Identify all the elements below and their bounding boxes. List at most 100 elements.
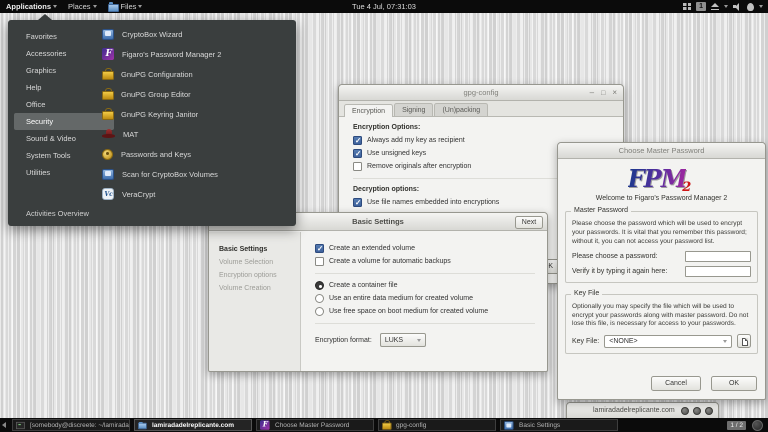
task-basic-settings[interactable]: Basic Settings (500, 419, 618, 431)
tab-unpacking[interactable]: (Un)packing (434, 103, 488, 116)
clock[interactable]: Tue 4 Jul, 07:31:03 (352, 2, 416, 11)
ok-button[interactable]: OK (711, 376, 757, 391)
fpm-icon (102, 48, 114, 60)
cancel-button[interactable]: Cancel (651, 376, 701, 391)
padlock-icon (382, 420, 391, 430)
menu-item-scan-cryptobox-volumes[interactable]: Scan for CryptoBox Volumes (96, 164, 292, 184)
task-terminal[interactable]: [somebody@discreete: ~/lamirada... (12, 419, 130, 431)
checkbox-row-extended-volume[interactable]: Create an extended volume (315, 244, 547, 253)
task-label: Basic Settings (519, 422, 560, 429)
places-menu-button[interactable]: Places (68, 2, 97, 11)
task-gpg-config[interactable]: gpg-config (378, 419, 496, 431)
cryptobox-icon (504, 421, 514, 430)
minimize-icon[interactable] (590, 89, 594, 97)
volume-icon[interactable] (733, 3, 742, 11)
folder-icon (108, 4, 119, 12)
notification-icon[interactable] (752, 420, 763, 431)
cryptobox-icon (102, 169, 114, 180)
fpm-titlebar[interactable]: Choose Master Password (558, 143, 765, 159)
fpm-logo-sub: 2 (682, 180, 691, 195)
checkbox-row-automatic-backups[interactable]: Create a volume for automatic backups (315, 257, 547, 266)
menu-item-veracrypt[interactable]: VeraCrypt (96, 184, 292, 204)
checkbox[interactable] (353, 136, 362, 145)
encryption-options-heading: Encryption Options: (353, 124, 623, 131)
window-title: lamiradadelreplicante.com (593, 407, 675, 414)
menu-item-label: Figaro's Password Manager 2 (122, 50, 221, 59)
applications-menu-panel: Favorites Accessories Graphics Help Offi… (8, 20, 296, 226)
folder-icon (138, 423, 147, 429)
tab-encryption[interactable]: Encryption (344, 104, 393, 117)
menu-item-figaros-password-manager[interactable]: Figaro's Password Manager 2 (96, 44, 292, 64)
eject-icon[interactable] (711, 3, 719, 10)
menu-item-label: GnuPG Group Editor (121, 90, 191, 99)
close-icon[interactable] (705, 407, 713, 415)
chevron-down-icon (759, 5, 763, 8)
checkbox[interactable] (315, 257, 324, 266)
key-file-dropdown[interactable]: <NONE> (604, 335, 732, 348)
task-choose-master-password[interactable]: Choose Master Password (256, 419, 374, 431)
power-icon[interactable] (747, 3, 754, 11)
file-icon (742, 338, 748, 346)
hat-icon (102, 129, 115, 140)
radio-button[interactable] (315, 294, 324, 303)
password-input[interactable] (685, 251, 751, 262)
window-controls (681, 407, 713, 415)
maximize-icon[interactable] (601, 89, 605, 98)
workspace-pager[interactable]: 1 / 2 (727, 421, 746, 430)
gpg-tab-bar: Encryption Signing (Un)packing (339, 101, 623, 117)
dialog-title: Basic Settings (352, 217, 404, 226)
menu-item-gnupg-configuration[interactable]: GnuPG Configuration (96, 64, 292, 84)
radio-button[interactable] (315, 281, 324, 290)
checkbox[interactable] (353, 162, 362, 171)
window-list-icon[interactable] (683, 3, 691, 10)
places-menu-label: Places (68, 2, 91, 11)
minimize-icon[interactable] (681, 407, 689, 415)
checkbox[interactable] (315, 244, 324, 253)
fpm-logo-text: FPM (628, 164, 687, 193)
radio-label: Use free space on boot medium for create… (329, 308, 488, 315)
verify-label: Verify it by typing it again here: (572, 268, 667, 275)
workspace-badge[interactable]: 1 (696, 2, 706, 11)
menu-item-gnupg-group-editor[interactable]: GnuPG Group Editor (96, 84, 292, 104)
menu-item-cryptobox-wizard[interactable]: CryptoBox Wizard (96, 24, 292, 44)
padlock-icon (102, 108, 113, 120)
task-file-manager[interactable]: lamiradadelreplicante.com (134, 419, 252, 431)
radio-label: Create a container file (329, 282, 397, 289)
activities-overview-button[interactable]: Activities Overview (26, 209, 89, 218)
radio-row-free-space-boot-medium[interactable]: Use free space on boot medium for create… (315, 307, 547, 316)
key-file-row: Key File: <NONE> (572, 334, 751, 348)
next-button[interactable]: Next (515, 216, 543, 229)
checkbox[interactable] (353, 149, 362, 158)
gpg-config-titlebar[interactable]: gpg-config (339, 85, 623, 101)
maximize-icon[interactable] (693, 407, 701, 415)
browse-key-file-button[interactable] (737, 334, 751, 348)
menu-item-label: Passwords and Keys (121, 150, 191, 159)
background-window-titlebar[interactable]: lamiradadelreplicante.com (567, 403, 718, 419)
encryption-format-dropdown[interactable]: LUKS (380, 333, 426, 347)
menu-item-mat[interactable]: MAT (96, 124, 292, 144)
radio-row-container-file[interactable]: Create a container file (315, 281, 547, 290)
step-basic-settings[interactable]: Basic Settings (219, 246, 300, 253)
step-volume-selection: Volume Selection (219, 259, 300, 266)
menu-arrow (38, 14, 52, 20)
files-menu-button[interactable]: Files (108, 2, 143, 12)
menu-item-passwords-and-keys[interactable]: Passwords and Keys (96, 144, 292, 164)
checkbox[interactable] (353, 198, 362, 207)
master-password-description: Please choose the password which will be… (572, 220, 751, 247)
tab-signing[interactable]: Signing (394, 103, 433, 116)
step-volume-creation: Volume Creation (219, 285, 300, 292)
checkbox-label: Use unsigned keys (367, 150, 426, 157)
radio-button[interactable] (315, 307, 324, 316)
fpm-logo: FPM2 (558, 164, 765, 192)
system-tray: 1 (683, 0, 763, 13)
radio-row-entire-data-medium[interactable]: Use an entire data medium for created vo… (315, 294, 547, 303)
close-icon[interactable] (612, 89, 617, 97)
applications-menu-button[interactable]: Applications (6, 2, 57, 11)
key-file-value: <NONE> (609, 338, 637, 345)
application-list: CryptoBox Wizard Figaro's Password Manag… (96, 24, 292, 204)
verify-password-input[interactable] (685, 266, 751, 277)
master-password-legend: Master Password (571, 207, 631, 214)
panel-arrow-icon[interactable] (2, 422, 6, 428)
menu-item-gnupg-keyring-janitor[interactable]: GnuPG Keyring Janitor (96, 104, 292, 124)
files-menu-label: Files (121, 2, 137, 11)
